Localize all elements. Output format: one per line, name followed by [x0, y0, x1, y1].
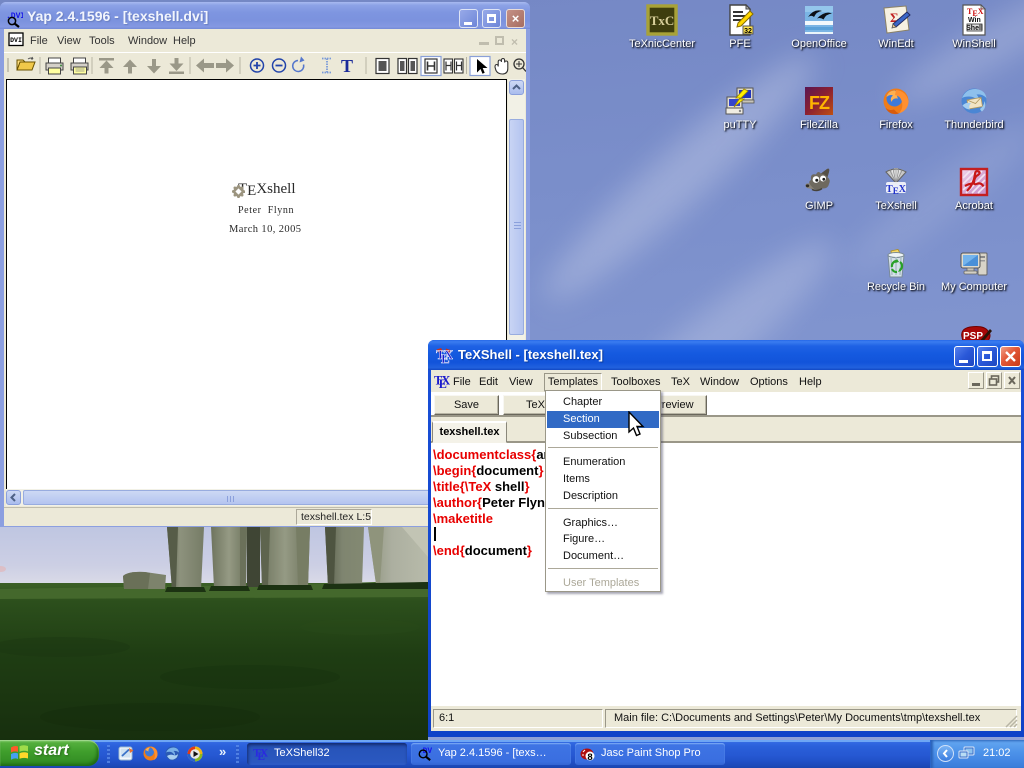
- svg-text:TEX: TEX: [886, 184, 907, 196]
- svg-text:FZ: FZ: [809, 93, 830, 113]
- svg-text:DVI: DVI: [10, 37, 22, 44]
- svg-text:32: 32: [744, 28, 752, 35]
- svg-text:X: X: [260, 748, 268, 760]
- svg-text:X: X: [444, 347, 453, 362]
- svg-text:X: X: [442, 373, 450, 387]
- svg-text:TxC: TxC: [650, 13, 675, 28]
- svg-text:T: T: [341, 56, 353, 76]
- svg-text:Shell: Shell: [966, 25, 983, 32]
- svg-text:Win: Win: [968, 17, 981, 24]
- svg-text:8: 8: [587, 752, 592, 762]
